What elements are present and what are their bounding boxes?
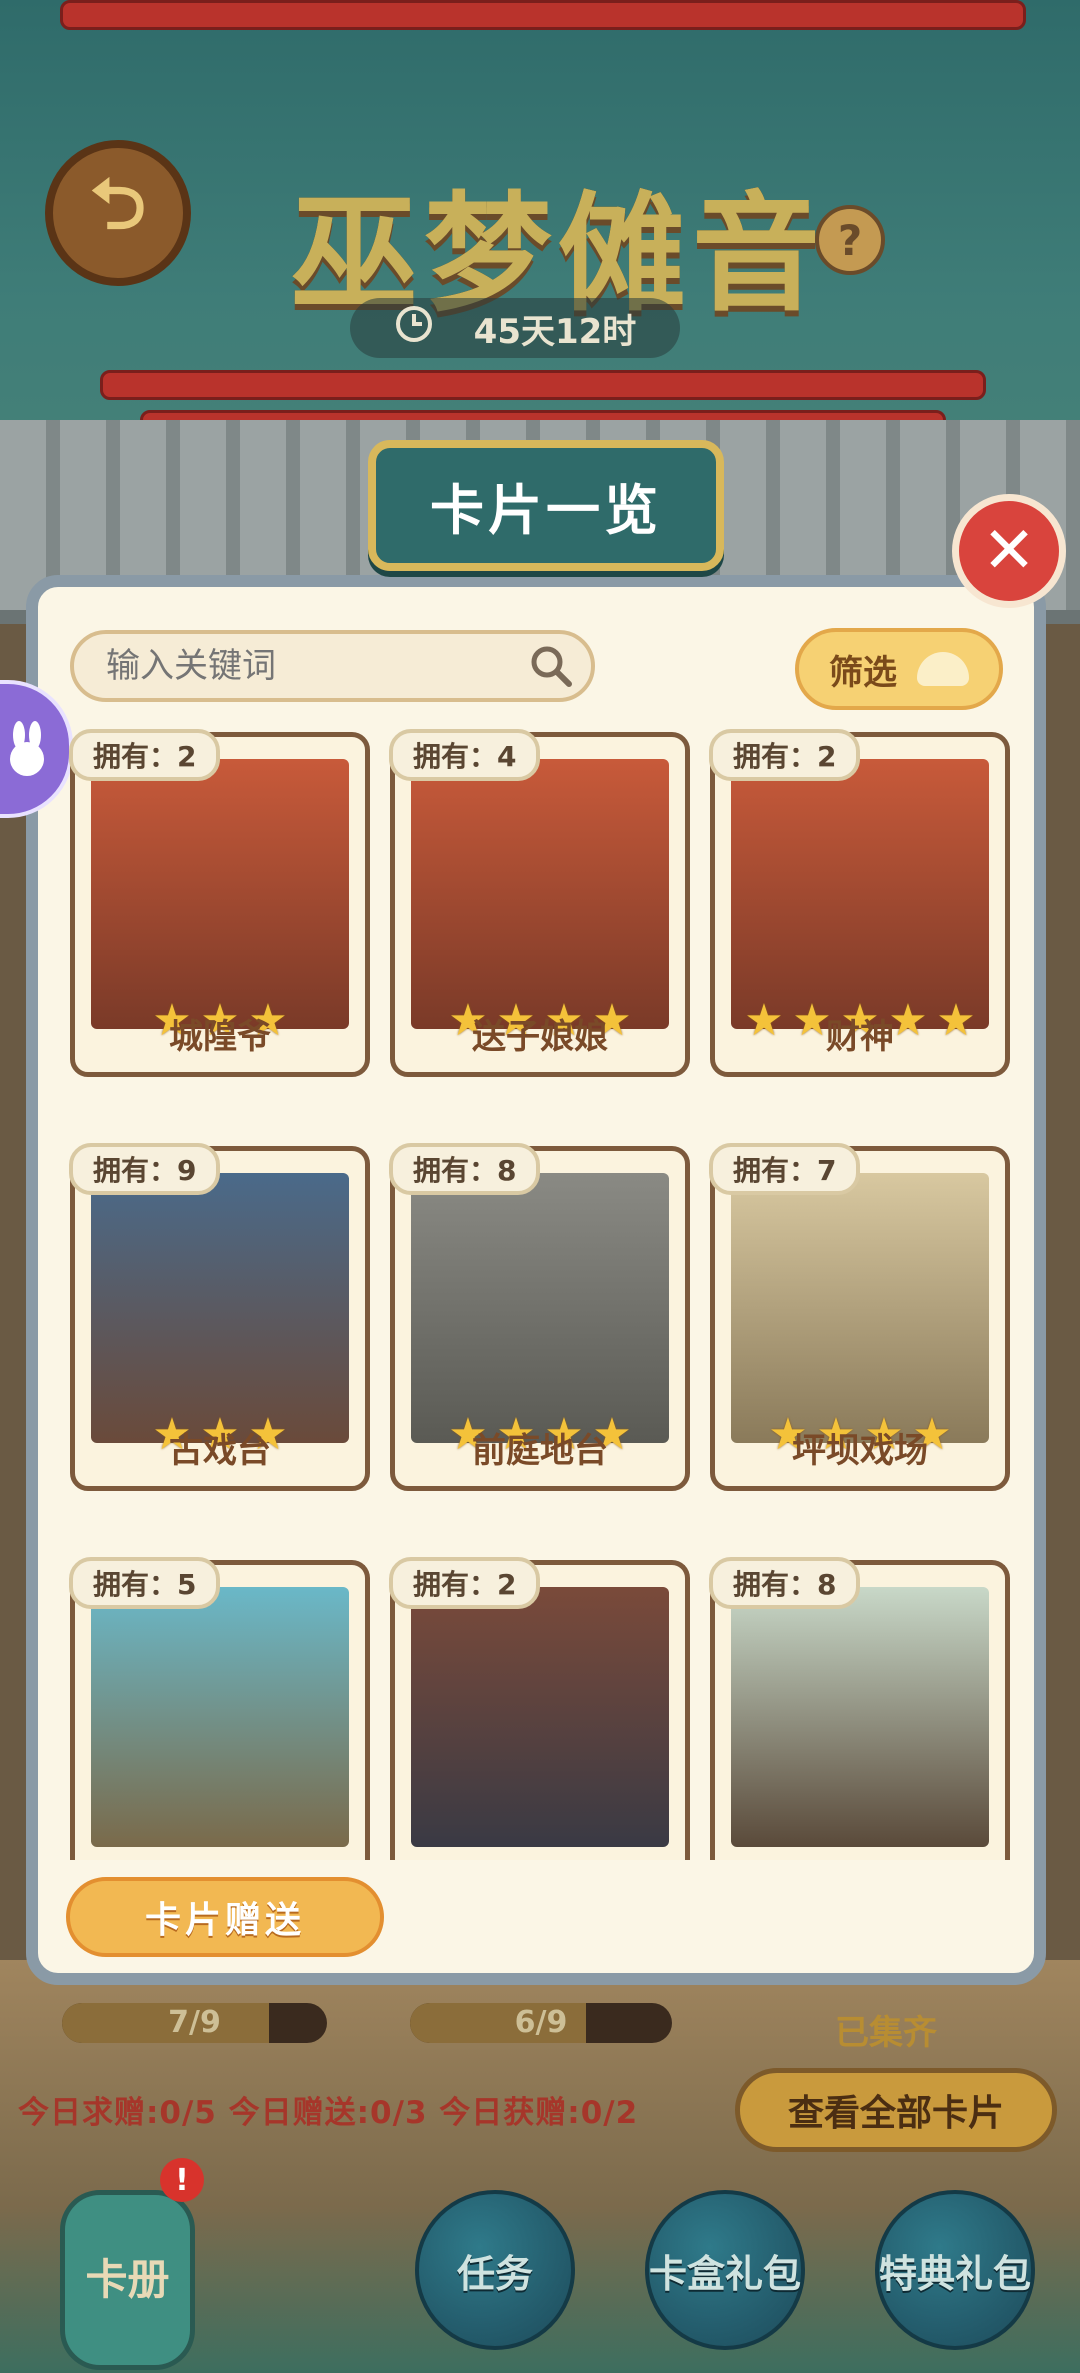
search-icon[interactable] xyxy=(529,644,573,688)
card-item[interactable]: 拥有：9 ★ ★ ★ 古戏台 xyxy=(69,1143,370,1491)
filter-button[interactable]: 筛选 xyxy=(795,628,1003,710)
search-field[interactable] xyxy=(70,630,595,702)
card-name: 古戏台 xyxy=(169,1431,271,1471)
owned-count: 拥有：2 xyxy=(69,729,221,781)
card-item[interactable]: 拥有：2 ★ ★ ★ ★ ★ 财神 xyxy=(709,729,1010,1077)
owned-count: 拥有：5 xyxy=(69,1557,221,1609)
card-art-image xyxy=(731,759,989,1029)
card-item[interactable]: 拥有：8 xyxy=(709,1557,1010,1860)
card-item[interactable]: 拥有：4 ★ ★ ★ ★ 送子娘娘 xyxy=(389,729,690,1077)
progress-label: 7/9 xyxy=(168,2005,221,2040)
card-name: 前庭地台 xyxy=(472,1431,608,1471)
panel-title: 卡片一览 xyxy=(368,440,724,571)
back-arrow-icon: ⮌ xyxy=(89,162,147,245)
clock-icon xyxy=(394,304,434,353)
back-button[interactable]: ⮌ xyxy=(45,140,191,286)
collected-label: 已集齐 xyxy=(835,2013,937,2053)
card-art-image xyxy=(91,1587,349,1847)
card-art-image xyxy=(731,1587,989,1847)
progress-bar: 6/9 xyxy=(410,2003,672,2043)
view-all-cards-button[interactable]: 查看全部卡片 xyxy=(735,2068,1057,2152)
daily-stats: 今日求赠:0/5 今日赠送:0/3 今日获赠:0/2 xyxy=(18,2095,639,2131)
owned-count: 拥有：7 xyxy=(709,1143,861,1195)
help-button[interactable]: ? xyxy=(815,205,885,275)
tasks-button[interactable]: 任务 xyxy=(415,2190,575,2350)
event-timer: 45天12时 xyxy=(350,298,680,358)
card-name: 送子娘娘 xyxy=(472,1017,608,1057)
card-item[interactable]: 拥有：8 ★ ★ ★ ★ 前庭地台 xyxy=(389,1143,690,1491)
decor-beam xyxy=(100,370,986,400)
card-box-pack-button[interactable]: 卡盒礼包 xyxy=(645,2190,805,2350)
card-name: 城隍爷 xyxy=(169,1017,271,1057)
owned-count: 拥有：8 xyxy=(709,1557,861,1609)
filter-toggle-icon xyxy=(917,652,969,686)
owned-count: 拥有：9 xyxy=(69,1143,221,1195)
close-button[interactable]: ✕ xyxy=(952,494,1066,608)
card-item[interactable]: 拥有：7 ★ ★ ★ ★ 坪坝戏场 xyxy=(709,1143,1010,1491)
owned-count: 拥有：4 xyxy=(389,729,541,781)
card-art-image xyxy=(411,759,669,1029)
special-pack-button[interactable]: 特典礼包 xyxy=(875,2190,1035,2350)
card-item[interactable]: 拥有：2 ★ ★ ★ 城隍爷 xyxy=(69,729,370,1077)
card-name: 坪坝戏场 xyxy=(792,1431,928,1471)
timer-text: 45天12时 xyxy=(473,311,637,352)
card-item[interactable]: 拥有：2 xyxy=(389,1557,690,1860)
card-art-image xyxy=(411,1587,669,1847)
card-name: 财神 xyxy=(826,1017,894,1057)
owned-count: 拥有：2 xyxy=(709,729,861,781)
card-item[interactable]: 拥有：5 xyxy=(69,1557,370,1860)
card-art-image xyxy=(731,1173,989,1443)
progress-label: 6/9 xyxy=(514,2005,568,2040)
progress-bar: 7/9 xyxy=(62,2003,327,2043)
card-art-image xyxy=(91,759,349,1029)
owned-count: 拥有：2 xyxy=(389,1557,541,1609)
decor-beam xyxy=(60,0,1026,30)
owned-count: 拥有：8 xyxy=(389,1143,541,1195)
card-gift-button[interactable]: 卡片赠送 xyxy=(66,1877,384,1957)
card-art-image xyxy=(411,1173,669,1443)
album-label: 卡册 xyxy=(85,2255,170,2304)
search-input[interactable] xyxy=(104,645,528,687)
card-album-button[interactable]: 卡册 xyxy=(60,2190,195,2370)
card-art-image xyxy=(91,1173,349,1443)
filter-label: 筛选 xyxy=(829,652,897,693)
alert-icon: ! xyxy=(160,2158,204,2202)
